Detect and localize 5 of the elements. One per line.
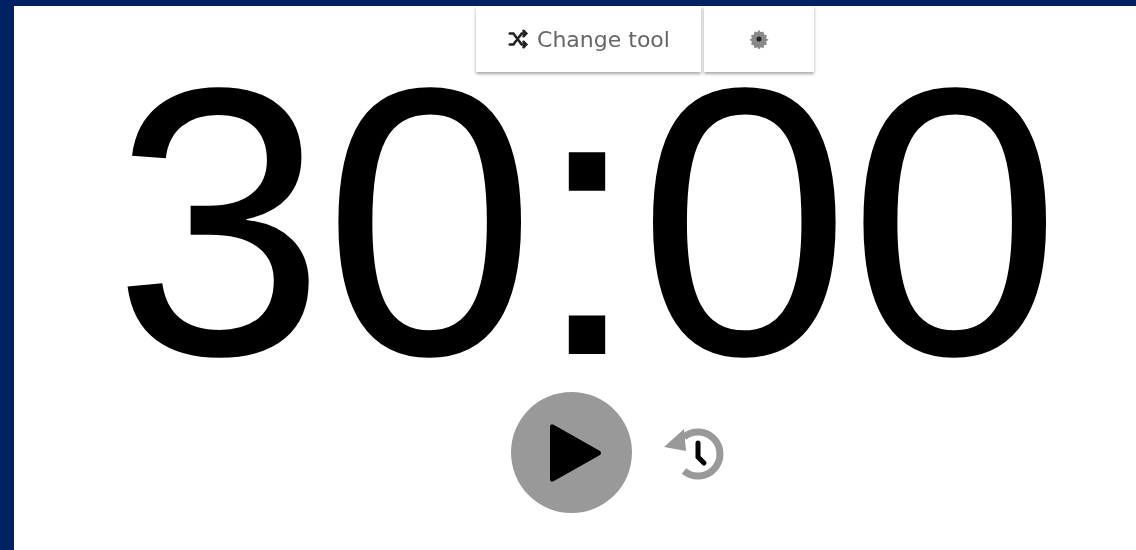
settings-button[interactable] [704, 6, 814, 72]
settings-icon [749, 29, 769, 49]
change-tool-button[interactable]: Change tool [476, 6, 701, 72]
timer-display: 30:00 [113, 72, 1059, 382]
shuffle-icon [507, 28, 530, 50]
